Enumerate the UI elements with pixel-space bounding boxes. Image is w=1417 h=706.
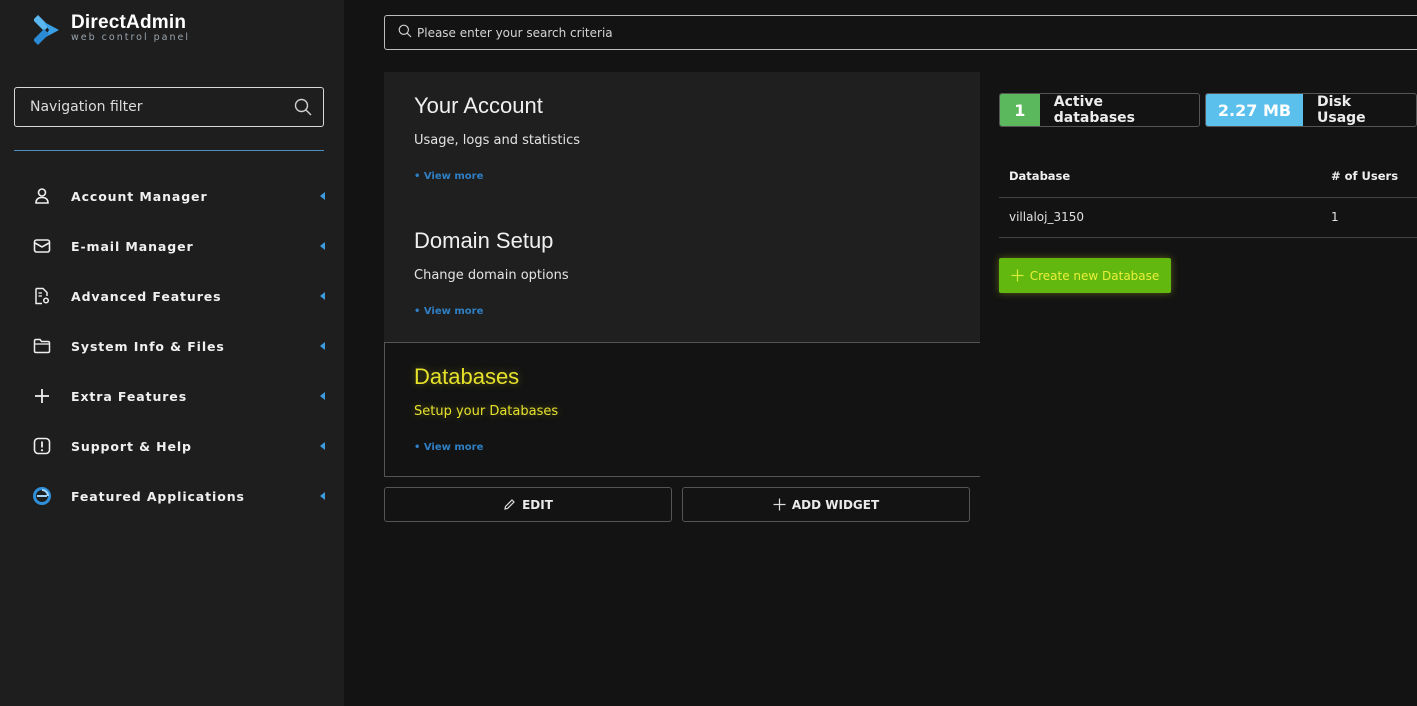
card-title: Databases (414, 364, 520, 389)
sidebar-nav: Account Manager E-mail Manager Advanced … (0, 171, 344, 521)
caret-left-icon (320, 192, 325, 200)
navigation-filter-input[interactable]: Navigation filter (14, 87, 324, 127)
plus-icon (773, 498, 786, 511)
card-description: Change domain options (414, 268, 569, 283)
sidebar-item-system-info-files[interactable]: System Info & Files (0, 321, 344, 371)
card-title: Your Account (414, 93, 543, 118)
caret-left-icon (320, 242, 325, 250)
sidebar-item-label: Featured Applications (71, 488, 245, 504)
caret-left-icon (320, 392, 325, 400)
sidebar-item-featured-applications[interactable]: Featured Applications (0, 471, 344, 521)
directadmin-logo-icon (34, 15, 59, 45)
nav-divider (14, 150, 324, 151)
sidebar-item-extra-features[interactable]: Extra Features (0, 371, 344, 421)
logo[interactable]: DirectAdmin web control panel (34, 12, 190, 52)
caret-left-icon (320, 292, 325, 300)
edit-label: EDIT (522, 497, 553, 512)
create-database-button[interactable]: Create new Database (999, 258, 1171, 293)
search-icon (398, 23, 412, 42)
sidebar-item-support-help[interactable]: Support & Help (0, 421, 344, 471)
folder-icon (32, 336, 52, 356)
disk-usage-label: Disk Usage (1317, 94, 1366, 126)
widget-actions: EDIT ADD WIDGET (384, 487, 970, 522)
card-databases[interactable]: Databases Setup your Databases • View mo… (384, 342, 980, 477)
sidebar-item-label: Account Manager (71, 188, 208, 204)
brand-title: DirectAdmin (71, 12, 187, 33)
database-user-count: 1 (1331, 210, 1339, 224)
column-header-database[interactable]: Database (1009, 169, 1070, 183)
brand-subtitle: web control panel (71, 32, 190, 43)
sidebar-item-label: System Info & Files (71, 338, 225, 354)
card-description: Setup your Databases (414, 404, 559, 419)
table-header: Database # of Users (999, 157, 1417, 198)
sidebar-item-label: Support & Help (71, 438, 192, 454)
view-more-link[interactable]: • View more (414, 171, 483, 182)
add-widget-button[interactable]: ADD WIDGET (682, 487, 970, 522)
active-databases-value: 1 (1000, 94, 1040, 126)
table-row[interactable]: villaloj_3150 1 (999, 198, 1417, 238)
sidebar: DirectAdmin web control panel Navigation… (0, 0, 344, 706)
global-search-input[interactable]: Please enter your search criteria (384, 15, 1417, 50)
active-databases-label: Active databases (1053, 94, 1135, 126)
dashboard-cards: Your Account Usage, logs and statistics … (384, 72, 980, 477)
column-header-users[interactable]: # of Users (1331, 169, 1398, 183)
sidebar-item-label: E-mail Manager (71, 238, 194, 254)
pencil-icon (504, 499, 515, 510)
user-icon (32, 186, 52, 206)
search-placeholder: Please enter your search criteria (417, 25, 613, 40)
create-database-label: Create new Database (1029, 268, 1160, 283)
view-more-link[interactable]: • View more (414, 442, 483, 453)
edit-button[interactable]: EDIT (384, 487, 672, 522)
search-icon[interactable] (283, 98, 323, 116)
sidebar-item-label: Extra Features (71, 388, 188, 404)
caret-left-icon (320, 492, 325, 500)
caret-left-icon (320, 342, 325, 350)
active-databases-stat: 1 Active databases (999, 93, 1201, 127)
card-description: Usage, logs and statistics (414, 133, 581, 148)
sidebar-item-account-manager[interactable]: Account Manager (0, 171, 344, 221)
sidebar-item-email-manager[interactable]: E-mail Manager (0, 221, 344, 271)
sidebar-item-label: Advanced Features (71, 288, 222, 304)
database-stats: 1 Active databases 2.27 MB Disk Usage (999, 93, 1417, 127)
plus-icon (32, 386, 52, 406)
add-widget-label: ADD WIDGET (791, 497, 880, 512)
navigation-filter-placeholder: Navigation filter (30, 99, 143, 115)
caret-left-icon (320, 442, 325, 450)
disk-usage-stat: 2.27 MB Disk Usage (1205, 93, 1417, 127)
disk-usage-value: 2.27 MB (1206, 94, 1304, 126)
plus-icon (1011, 269, 1024, 282)
sidebar-item-advanced-features[interactable]: Advanced Features (0, 271, 344, 321)
file-gear-icon (32, 286, 52, 306)
card-title: Domain Setup (414, 228, 554, 253)
alert-icon (32, 436, 52, 456)
card-your-account[interactable]: Your Account Usage, logs and statistics … (384, 72, 980, 207)
app-circle-icon (32, 486, 52, 506)
mail-icon (32, 236, 52, 256)
databases-table: Database # of Users villaloj_3150 1 (999, 157, 1417, 238)
view-more-link[interactable]: • View more (414, 306, 483, 317)
database-name[interactable]: villaloj_3150 (1009, 210, 1084, 224)
card-domain-setup[interactable]: Domain Setup Change domain options • Vie… (384, 207, 980, 342)
